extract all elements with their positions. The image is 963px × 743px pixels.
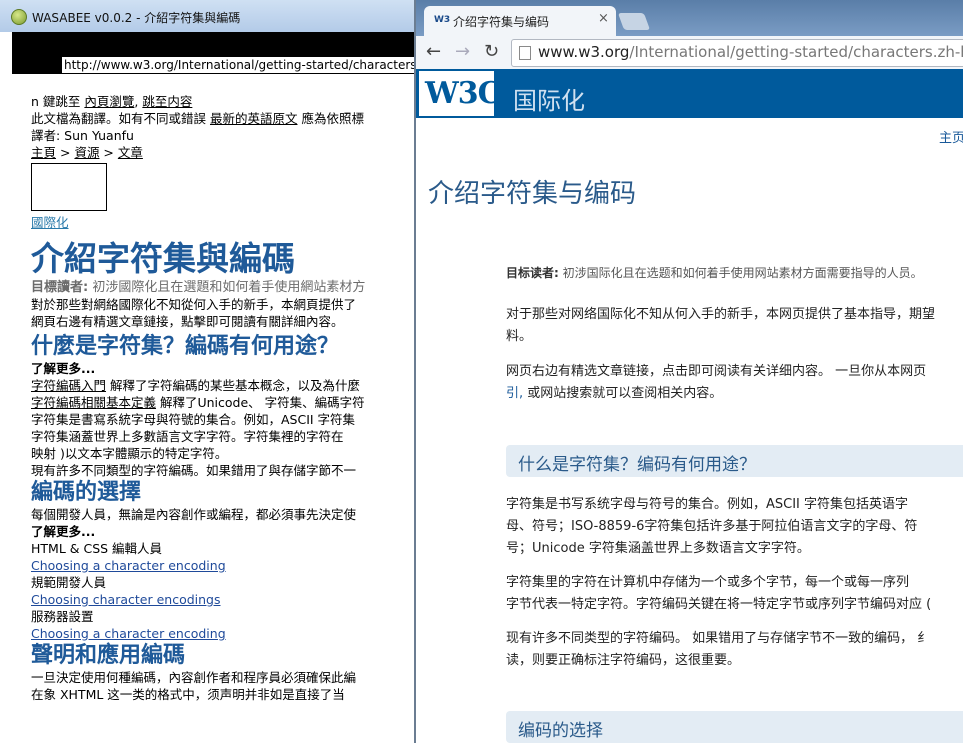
breadcrumb-home[interactable]: 主頁: [31, 145, 56, 160]
tab-title: 介绍字符集与编码: [453, 15, 550, 29]
right-page-title: 介绍字符集与编码: [428, 179, 637, 209]
left-learn-more-2: 了解更多...: [31, 524, 96, 539]
forward-arrow-icon[interactable]: →: [455, 41, 470, 63]
left-s1-text-1: 字符集是書寫系統字母與符號的集合。例如，ASCII 字符集: [31, 412, 356, 427]
left-title-bar[interactable]: WASABEE v0.0.2 - 介紹字符集與編碼: [0, 0, 414, 32]
left-window-title: WASABEE v0.0.2 - 介紹字符集與編碼: [32, 11, 241, 25]
w3c-banner: W3C 国际化: [416, 69, 963, 118]
index-link[interactable]: 引,: [506, 386, 523, 401]
resource-role-server: 服務器設置: [31, 609, 94, 624]
address-bar[interactable]: www.w3.org/International/getting-started…: [511, 39, 963, 67]
translation-note: 此文檔為翻譯。如有不同或錯誤 最新的英語原文 應為依照標: [31, 111, 364, 126]
address-bar-url: www.w3.org/International/getting-started…: [538, 43, 963, 61]
left-section2-title: 編碼的選擇: [31, 480, 142, 505]
resource-role-html-css: HTML & CSS 編輯人員: [31, 541, 163, 556]
new-tab-button[interactable]: [617, 13, 651, 30]
left-page-content: n 鍵跳至 內頁瀏覽, 跳至内容 此文檔為翻譯。如有不同或錯誤 最新的英語原文 …: [31, 93, 414, 703]
left-s3-line-1: 一旦決定使用何種編碼，內容創作者和程序員必須確保此編: [31, 670, 357, 685]
tab-close-icon[interactable]: ×: [598, 11, 609, 26]
left-s1-text-3: 映射 )以文本字體顯示的特定字符。: [31, 446, 228, 461]
left-intro-line-2: 網頁右邊有精選文章鏈接，點擊即可閱讀有關詳細內容。: [31, 314, 344, 329]
banner-title[interactable]: 国际化: [513, 81, 585, 116]
translator-line: 譯者: Sun Yuanfu: [31, 128, 134, 143]
right-section2-header: 编码的选择: [506, 711, 963, 743]
page-icon: [519, 46, 531, 60]
left-s3-line-2: 在象 XHTML 这一类的格式中，须声明并非如是直接了当: [31, 687, 345, 702]
left-learn-more-1: 了解更多...: [31, 361, 96, 376]
latest-english-link[interactable]: 最新的英語原文: [210, 111, 298, 126]
reload-icon[interactable]: ↻: [484, 41, 499, 63]
i18n-link[interactable]: 國際化: [31, 215, 69, 230]
breadcrumb-resources[interactable]: 資源: [74, 145, 99, 160]
w3c-logo[interactable]: W3C: [419, 71, 501, 116]
browser-toolbar: ← → ↻ www.w3.org/International/getting-s…: [416, 36, 963, 70]
resource-link-html-css[interactable]: Choosing a character encoding: [31, 558, 226, 573]
right-s1-para1: 字符集是书写系统字母与符号的集合。例如，ASCII 字符集包括英语字 母、符号；…: [506, 497, 918, 556]
resource-link-spec[interactable]: Choosing character encodings: [31, 592, 221, 607]
left-url-field[interactable]: http://www.w3.org/International/getting-…: [62, 57, 414, 73]
resource-link-server[interactable]: Choosing a character encoding: [31, 626, 226, 641]
left-audience-line: 目標讀者: 初涉國際化且在選題和如何着手使用網站素材方: [31, 280, 366, 295]
logo-placeholder-box: [31, 163, 107, 211]
chrome-window: W3 介绍字符集与编码 × ← → ↻ www.w3.org/Internati…: [416, 0, 963, 743]
left-section3-title: 聲明和應用編碼: [31, 643, 186, 668]
char-encoding-intro-link[interactable]: 字符編碼入門: [31, 378, 106, 393]
left-s2-line: 每個開發人員，無論是內容創作或編程，都必須事先決定使: [31, 507, 357, 522]
right-para1: 对于那些对网络国际化不知从何入手的新手，本网页提供了基本指导，期望 料。: [506, 307, 936, 344]
left-page-title: 介紹字符集與編碼: [31, 239, 295, 278]
left-intro-line-1: 對於那些對網絡國際化不知從何入手的新手，本網頁提供了: [31, 297, 357, 312]
left-s1-text-4: 現有許多不同類型的字符編碼。如果錯用了與存儲字節不一: [31, 463, 357, 478]
left-section1-title: 什麼是字符集？編碼有何用途？: [31, 334, 340, 359]
skip-nav-line: n 鍵跳至 內頁瀏覽, 跳至内容: [31, 94, 193, 109]
left-s1-text-2: 字符集涵蓋世界上多數語言文字字符。字符集裡的字符在: [31, 429, 344, 444]
home-link[interactable]: 主页: [939, 127, 963, 146]
breadcrumb-articles[interactable]: 文章: [118, 145, 143, 160]
right-s1-para3: 现有许多不同类型的字符编码。 如果错用了与存储字节不一致的编码， 纟 读，则要正…: [506, 631, 931, 668]
wasabee-window: WASABEE v0.0.2 - 介紹字符集與編碼 http://www.w3.…: [0, 0, 416, 743]
right-section1-header: 什么是字符集？编码有何用途？: [506, 445, 963, 477]
right-s1-para2: 字符集里的字符在计算机中存储为一个或多个字节，每一个或每一序列 字节代表一特定字…: [506, 575, 932, 612]
left-s1-link-line-1: 字符編碼入門 解釋了字符編碼的某些基本概念，以及為什麼: [31, 378, 360, 393]
tab-active[interactable]: W3 介绍字符集与编码 ×: [424, 6, 616, 36]
right-audience: 目标读者: 初涉国际化且在选题和如何着手使用网站素材方面需要指导的人员。: [506, 266, 923, 280]
skip-to-content-link[interactable]: 跳至内容: [142, 94, 192, 109]
right-para2: 网页右边有精选文章链接，点击即可阅读有关详细内容。 一旦你从本网页 引, 或网站…: [506, 364, 927, 401]
left-s1-link-line-2: 字符編碼相關基本定義 解釋了Unicode、 字符集、編碼字符: [31, 395, 365, 410]
resource-role-spec: 規範開發人員: [31, 575, 107, 590]
wasabee-app-icon: [11, 9, 27, 25]
w3c-favicon-icon: W3: [434, 15, 451, 25]
tab-strip: W3 介绍字符集与编码 ×: [416, 0, 963, 36]
char-encoding-definitions-link[interactable]: 字符編碼相關基本定義: [31, 395, 156, 410]
back-arrow-icon[interactable]: ←: [426, 41, 441, 63]
inner-browse-link[interactable]: 內頁瀏覽: [84, 94, 134, 109]
breadcrumb: 主頁 > 資源 > 文章: [31, 145, 143, 160]
